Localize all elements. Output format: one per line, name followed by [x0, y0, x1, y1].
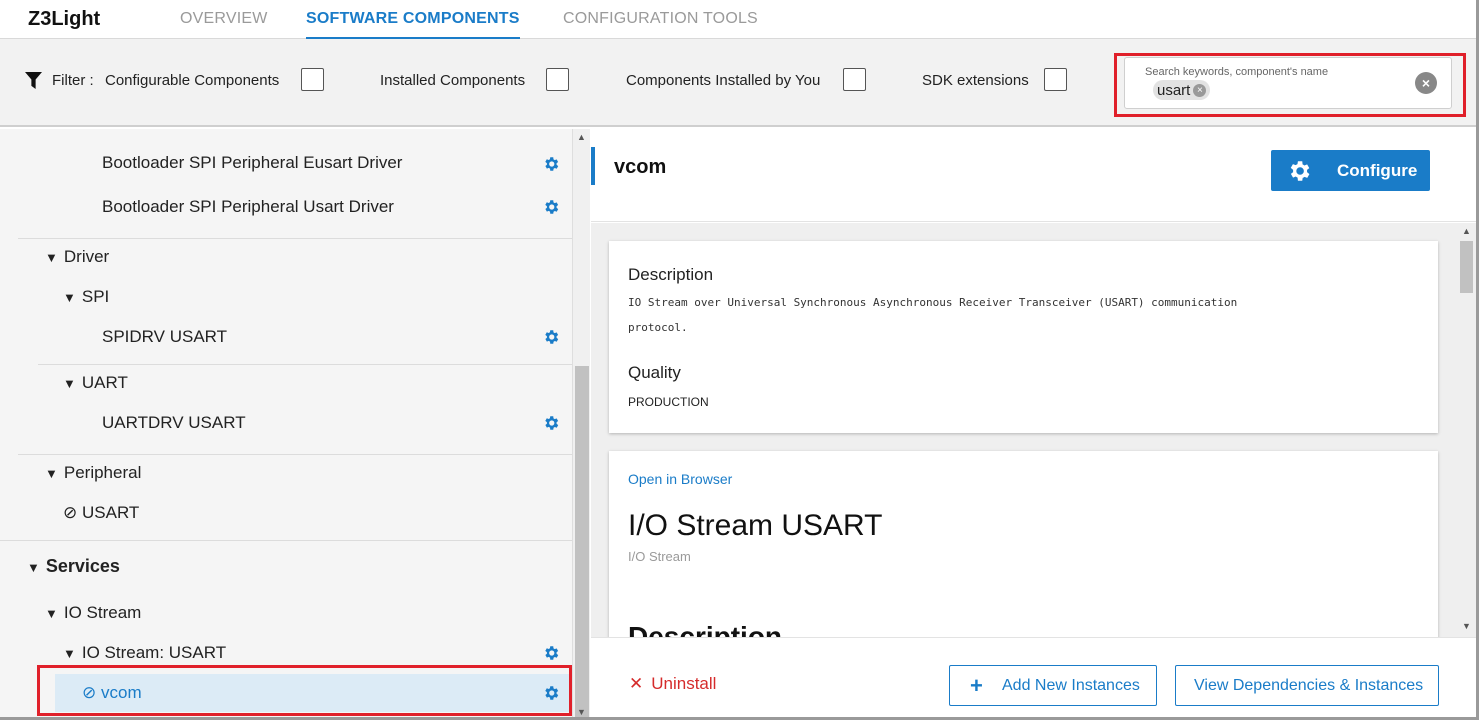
tree-item[interactable]: ▼ IO Stream [0, 593, 572, 633]
tree-item-label: Bootloader SPI Peripheral Eusart Driver [102, 153, 403, 172]
doc-subtitle: I/O Stream [628, 549, 691, 564]
tree-item-label: SPIDRV USART [102, 327, 228, 346]
accent-bar [591, 147, 595, 185]
configure-label: Configure [1337, 161, 1418, 180]
tab-overview[interactable]: OVERVIEW [180, 10, 268, 28]
description-card: Description IO Stream over Universal Syn… [609, 241, 1438, 433]
caret-down-icon[interactable]: ▼ [63, 646, 76, 661]
uninstall-label: Uninstall [651, 674, 717, 693]
doc-description-heading: Description [628, 621, 783, 637]
filter-bar: Filter : Configurable Components Install… [0, 39, 1479, 127]
tree-item[interactable]: Bootloader SPI Peripheral Eusart Driver [0, 143, 572, 183]
description-text-line2: protocol. [628, 321, 688, 334]
tree-item[interactable]: ▼ Peripheral [0, 453, 572, 493]
search-placeholder: Search keywords, component's name [1145, 66, 1329, 78]
scroll-down-icon[interactable]: ▼ [1462, 621, 1471, 631]
detail-header: vcom Configure [591, 129, 1476, 222]
gear-icon[interactable] [542, 155, 560, 173]
tree-item[interactable]: ▼ SPI [0, 277, 572, 317]
clear-search-icon[interactable]: × [1415, 72, 1437, 94]
configurable-components-checkbox[interactable] [301, 68, 324, 91]
search-chip-label: usart [1157, 81, 1191, 99]
caret-down-icon[interactable]: ▼ [45, 466, 58, 481]
caret-down-icon[interactable]: ▼ [63, 290, 76, 305]
plus-icon: + [970, 673, 983, 698]
gear-icon[interactable] [542, 644, 560, 662]
tree-item-label: Bootloader SPI Peripheral Usart Driver [102, 197, 394, 216]
caret-down-icon[interactable]: ▼ [45, 250, 58, 265]
tree-item[interactable]: UARTDRV USART [0, 403, 572, 443]
tree-item-label: Peripheral [63, 463, 142, 482]
doc-title: I/O Stream USART [628, 509, 883, 542]
view-dependencies-button[interactable]: View Dependencies & Instances [1175, 665, 1439, 706]
detail-body: Description IO Stream over Universal Syn… [591, 223, 1458, 637]
search-chip[interactable]: usart × [1153, 80, 1211, 100]
tree-item[interactable]: ▼ UART [0, 363, 572, 403]
uninstall-button[interactable]: ✕ Uninstall [629, 674, 716, 694]
scroll-up-icon[interactable]: ▲ [1462, 226, 1471, 236]
tree-item-label: IO Stream [63, 603, 142, 622]
documentation-card: Open in Browser I/O Stream USART I/O Str… [609, 451, 1438, 637]
chip-remove-icon[interactable]: × [1193, 83, 1207, 97]
gear-icon[interactable] [542, 328, 560, 346]
caret-down-icon[interactable]: ▼ [27, 560, 40, 575]
tree-item[interactable]: SPIDRV USART [0, 317, 572, 357]
tree-item-label: UART [81, 373, 128, 392]
gear-icon[interactable] [542, 414, 560, 432]
filter-icon [25, 72, 42, 89]
scroll-up-icon[interactable]: ▲ [577, 132, 586, 142]
search-input[interactable]: Search keywords, component's name usart … [1124, 57, 1452, 109]
open-in-browser-link[interactable]: Open in Browser [628, 471, 732, 487]
scrollbar-thumb[interactable] [1460, 241, 1473, 293]
tree-item-label: Driver [63, 247, 110, 266]
filter-installed-by-you-label: Components Installed by You [626, 72, 821, 89]
selection-highlight [37, 665, 572, 716]
installed-components-checkbox[interactable] [546, 68, 569, 91]
action-bar: ✕ Uninstall + Add New Instances View Depe… [591, 637, 1476, 720]
description-text-line1: IO Stream over Universal Synchronous Asy… [628, 296, 1238, 309]
quality-heading: Quality [628, 363, 681, 382]
tree-category[interactable]: ▼ Services [0, 546, 572, 586]
top-nav: Z3Light OVERVIEW SOFTWARE COMPONENTS CON… [0, 0, 1479, 39]
installed-check-icon: ⊘ [63, 503, 78, 522]
view-dependencies-label: View Dependencies & Instances [1194, 677, 1424, 694]
tree-item[interactable]: Bootloader SPI Peripheral Usart Driver [0, 187, 572, 227]
tab-configuration-tools[interactable]: CONFIGURATION TOOLS [563, 10, 758, 28]
tree-item-label: USART [81, 503, 140, 522]
tree-item[interactable]: ▼ Driver [0, 237, 572, 277]
tree-item-label: UARTDRV USART [102, 413, 246, 432]
tree-item[interactable]: ⊘ USART [0, 493, 572, 533]
add-new-instances-button[interactable]: + Add New Instances [949, 665, 1157, 706]
scroll-down-icon[interactable]: ▼ [577, 707, 586, 717]
filter-installed-label: Installed Components [380, 72, 526, 89]
quality-value: PRODUCTION [628, 395, 709, 409]
tree-item-label: SPI [81, 287, 110, 306]
component-title: vcom [614, 156, 667, 178]
tree-item-label: IO Stream: USART [81, 643, 227, 662]
component-tree: Bootloader SPI Peripheral Eusart Driver … [0, 129, 572, 720]
installed-by-you-checkbox[interactable] [843, 68, 866, 91]
close-icon: ✕ [629, 674, 644, 693]
tab-software-components[interactable]: SOFTWARE COMPONENTS [306, 10, 520, 39]
tree-scrollbar[interactable]: ▲ ▼ [572, 129, 590, 720]
scrollbar-thumb[interactable] [575, 366, 589, 718]
filter-label: Filter : [52, 72, 94, 89]
tree-divider [0, 540, 572, 541]
gear-icon [1290, 161, 1310, 181]
detail-scrollbar[interactable]: ▲ ▼ [1458, 223, 1476, 637]
configure-button[interactable]: Configure [1271, 150, 1430, 191]
caret-down-icon[interactable]: ▼ [63, 376, 76, 391]
sdk-extensions-checkbox[interactable] [1044, 68, 1067, 91]
filter-sdk-extensions-label: SDK extensions [922, 72, 1029, 89]
caret-down-icon[interactable]: ▼ [45, 606, 58, 621]
description-heading: Description [628, 265, 714, 284]
app-title: Z3Light [28, 8, 101, 30]
add-instances-label: Add New Instances [1002, 677, 1140, 694]
gear-icon[interactable] [542, 198, 560, 216]
tree-item-label: Services [45, 556, 120, 576]
filter-configurable-label: Configurable Components [105, 72, 280, 89]
